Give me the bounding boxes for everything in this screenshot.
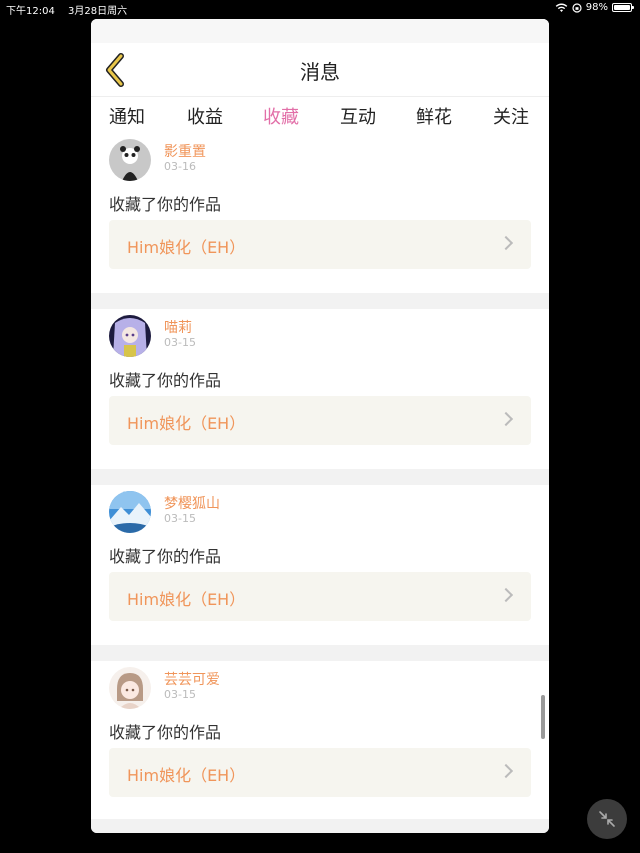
work-title: Him娘化（EH） bbox=[127, 590, 246, 609]
collapse-arrows-icon bbox=[599, 811, 615, 827]
status-left: 下午12:04 3月28日周六 bbox=[6, 2, 137, 17]
tab-follows[interactable]: 关注 bbox=[481, 103, 541, 129]
avatar[interactable] bbox=[109, 315, 151, 357]
chevron-right-icon bbox=[498, 411, 514, 427]
username[interactable]: 芸芸可爱 bbox=[164, 669, 220, 689]
tab-flowers[interactable]: 鲜花 bbox=[404, 103, 464, 129]
status-date: 3月28日周六 bbox=[68, 6, 128, 17]
work-link[interactable]: Him娘化（EH） bbox=[109, 220, 531, 269]
scrollbar[interactable] bbox=[541, 695, 545, 739]
nav-bar: 消息 bbox=[91, 19, 549, 96]
battery-fill bbox=[614, 5, 630, 10]
wifi-icon bbox=[555, 3, 568, 12]
date: 03-16 bbox=[164, 160, 196, 173]
chevron-right-icon bbox=[498, 235, 514, 251]
action-text: 收藏了你的作品 bbox=[109, 371, 222, 390]
battery-icon bbox=[612, 3, 634, 12]
work-link[interactable]: Him娘化（EH） bbox=[109, 748, 531, 797]
date: 03-15 bbox=[164, 512, 196, 525]
date: 03-15 bbox=[164, 336, 196, 349]
action-text: 收藏了你的作品 bbox=[109, 195, 222, 214]
action-text: 收藏了你的作品 bbox=[109, 547, 222, 566]
tab-earnings[interactable]: 收益 bbox=[175, 103, 235, 129]
message-sheet: 消息 通知 收益 收藏 互动 鲜花 关注 影重置 03-16 收藏了你的作品 H… bbox=[91, 19, 549, 833]
collapse-button[interactable] bbox=[587, 799, 627, 839]
avatar[interactable] bbox=[109, 491, 151, 533]
username[interactable]: 梦樱狐山 bbox=[164, 493, 220, 513]
work-title: Him娘化（EH） bbox=[127, 238, 246, 257]
bottom-strip bbox=[91, 819, 549, 833]
list-item: 梦樱狐山 03-15 收藏了你的作品 Him娘化（EH） bbox=[91, 485, 549, 645]
avatar[interactable] bbox=[109, 139, 151, 181]
work-link[interactable]: Him娘化（EH） bbox=[109, 572, 531, 621]
tab-favorites[interactable]: 收藏 bbox=[251, 103, 311, 136]
avatar[interactable] bbox=[109, 667, 151, 709]
status-time: 下午12:04 bbox=[6, 6, 55, 17]
status-right: 98% bbox=[555, 2, 634, 13]
nav-top-strip bbox=[91, 19, 549, 43]
page-title: 消息 bbox=[300, 60, 340, 84]
action-text: 收藏了你的作品 bbox=[109, 723, 222, 742]
work-link[interactable]: Him娘化（EH） bbox=[109, 396, 531, 445]
work-title: Him娘化（EH） bbox=[127, 414, 246, 433]
list-item: 喵莉 03-15 收藏了你的作品 Him娘化（EH） bbox=[91, 309, 549, 469]
list-item: 影重置 03-16 收藏了你的作品 Him娘化（EH） bbox=[91, 133, 549, 293]
list-item: 芸芸可爱 03-15 收藏了你的作品 Him娘化（EH） bbox=[91, 661, 549, 821]
chevron-right-icon bbox=[498, 587, 514, 603]
tab-interactions[interactable]: 互动 bbox=[328, 103, 388, 129]
tab-notifications[interactable]: 通知 bbox=[97, 103, 157, 129]
status-bar: 下午12:04 3月28日周六 98% bbox=[0, 0, 640, 18]
work-title: Him娘化（EH） bbox=[127, 766, 246, 785]
orientation-lock-icon bbox=[572, 2, 582, 13]
chevron-right-icon bbox=[498, 763, 514, 779]
username[interactable]: 影重置 bbox=[164, 141, 206, 161]
date: 03-15 bbox=[164, 688, 196, 701]
tab-favorites-label: 收藏 bbox=[263, 107, 299, 128]
username[interactable]: 喵莉 bbox=[164, 317, 192, 337]
battery-percent: 98% bbox=[585, 2, 608, 13]
